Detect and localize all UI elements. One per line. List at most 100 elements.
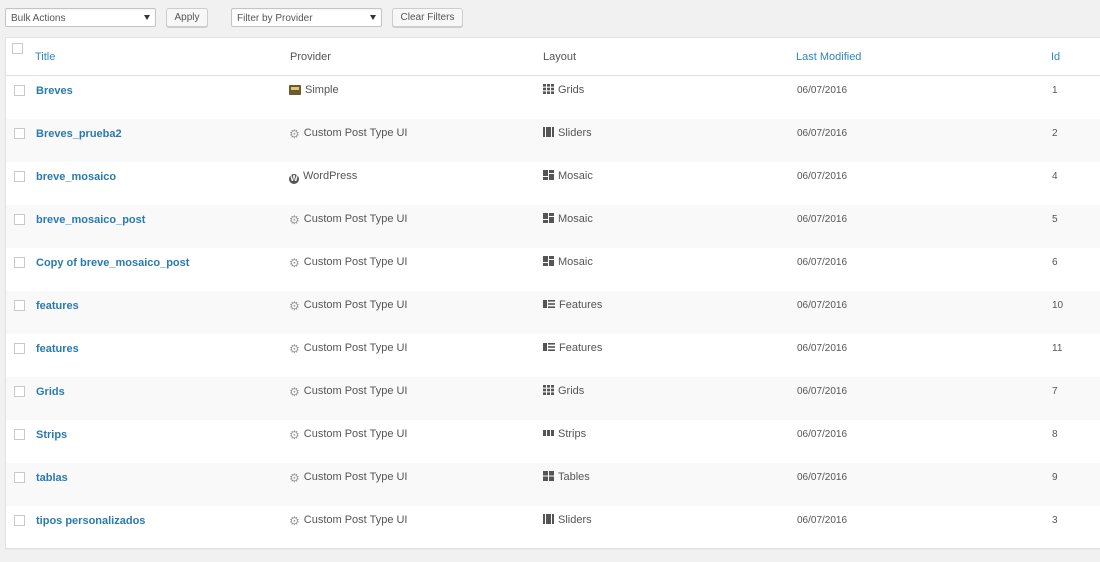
row-layout: Mosaic: [543, 256, 593, 268]
table-row: features ⚙ Custom Post Type UI Features 0…: [6, 334, 1100, 377]
column-title[interactable]: Title: [35, 51, 55, 63]
row-title-link[interactable]: Grids: [36, 386, 65, 398]
row-provider: ⚙ Custom Post Type UI: [289, 514, 408, 527]
row-id: 1: [1052, 85, 1058, 96]
row-title-link[interactable]: tipos personalizados: [36, 515, 145, 527]
table-row: Grids ⚙ Custom Post Type UI Grids 06/07/2…: [6, 377, 1100, 420]
row-checkbox[interactable]: [14, 85, 25, 96]
row-title-link[interactable]: breve_mosaico_post: [36, 214, 145, 226]
chevron-down-icon: [144, 15, 150, 20]
row-title-link[interactable]: Copy of breve_mosaico_post: [36, 257, 189, 269]
provider-label: Simple: [305, 84, 339, 96]
row-checkbox[interactable]: [14, 257, 25, 268]
layout-label: Sliders: [558, 514, 592, 526]
row-checkbox[interactable]: [14, 343, 25, 354]
table-row: features ⚙ Custom Post Type UI Features 0…: [6, 291, 1100, 334]
table-row: Breves_prueba2 ⚙ Custom Post Type UI Slid…: [6, 119, 1100, 162]
row-layout: Sliders: [543, 127, 592, 139]
grids-icon: [543, 385, 558, 397]
provider-label: Custom Post Type UI: [303, 299, 408, 311]
mosaic-icon: [543, 256, 558, 268]
row-title-link[interactable]: tablas: [36, 472, 68, 484]
row-last-modified: 06/07/2016: [797, 128, 848, 139]
row-provider: ⚙ Custom Post Type UI: [289, 299, 408, 313]
row-layout: Grids: [543, 385, 584, 397]
row-provider: ⚙ Custom Post Type UI: [289, 428, 408, 442]
row-id: 2: [1052, 128, 1058, 139]
gear-icon: ⚙: [289, 299, 300, 313]
row-checkbox[interactable]: [14, 171, 25, 182]
clear-filters-button[interactable]: Clear Filters: [392, 8, 463, 27]
row-layout: Mosaic: [543, 170, 593, 182]
gear-icon: ⚙: [289, 213, 300, 227]
row-checkbox[interactable]: [14, 386, 25, 397]
row-id: 7: [1052, 386, 1058, 397]
row-checkbox[interactable]: [14, 429, 25, 440]
row-checkbox[interactable]: [14, 214, 25, 225]
row-provider: Simple: [289, 84, 339, 96]
column-id[interactable]: Id: [1051, 51, 1060, 63]
row-provider: ⚙ Custom Post Type UI: [289, 385, 408, 398]
grids-icon: [543, 84, 558, 96]
row-title-link[interactable]: breve_mosaico: [36, 171, 116, 183]
layout-label: Sliders: [558, 127, 592, 139]
row-last-modified: 06/07/2016: [797, 171, 848, 182]
row-title-link[interactable]: Breves: [36, 85, 73, 97]
column-layout: Layout: [543, 51, 577, 63]
provider-label: Custom Post Type UI: [303, 514, 408, 526]
row-layout: Tables: [543, 471, 590, 483]
row-id: 8: [1052, 429, 1058, 440]
sliders-icon: [543, 127, 558, 139]
gear-icon: ⚙: [289, 471, 300, 485]
provider-label: Custom Post Type UI: [303, 127, 408, 139]
row-layout: Features: [543, 299, 602, 311]
table-row: breve_mosaico W WordPress Mosaic 06/07/20…: [6, 162, 1100, 205]
row-provider: ⚙ Custom Post Type UI: [289, 342, 408, 355]
row-title-link[interactable]: Strips: [36, 429, 67, 441]
layout-label: Strips: [558, 428, 587, 440]
gear-icon: ⚙: [289, 428, 300, 442]
row-last-modified: 06/07/2016: [797, 429, 848, 440]
layout-label: Features: [559, 299, 603, 311]
row-last-modified: 06/07/2016: [797, 386, 848, 397]
row-title-link[interactable]: features: [36, 343, 79, 355]
row-checkbox[interactable]: [14, 128, 25, 139]
provider-label: Custom Post Type UI: [303, 342, 408, 354]
row-checkbox[interactable]: [14, 300, 25, 311]
filter-provider-select[interactable]: Filter by Provider: [231, 8, 382, 27]
strips-icon: [543, 428, 558, 440]
row-provider: ⚙ Custom Post Type UI: [289, 471, 408, 485]
layout-label: Mosaic: [558, 256, 593, 268]
row-checkbox[interactable]: [14, 515, 25, 526]
table-row: breve_mosaico_post ⚙ Custom Post Type UI …: [6, 205, 1100, 248]
row-provider: ⚙ Custom Post Type UI: [289, 127, 408, 141]
row-title-link[interactable]: Breves_prueba2: [36, 128, 122, 140]
row-id: 11: [1052, 343, 1063, 354]
provider-label: Custom Post Type UI: [303, 213, 408, 225]
column-provider: Provider: [290, 51, 331, 63]
row-title-link[interactable]: features: [36, 300, 79, 312]
table-header: Title Provider Layout Last Modified Id: [6, 38, 1100, 76]
bulk-actions-label: Bulk Actions: [11, 13, 66, 24]
column-last-modified[interactable]: Last Modified: [796, 51, 861, 63]
layout-label: Features: [559, 342, 603, 354]
row-last-modified: 06/07/2016: [797, 214, 848, 225]
row-last-modified: 06/07/2016: [797, 472, 848, 483]
table-row: tablas ⚙ Custom Post Type UI Tables 06/07…: [6, 463, 1100, 506]
row-id: 3: [1052, 515, 1058, 526]
features-icon: [543, 342, 559, 354]
row-id: 4: [1052, 171, 1058, 182]
row-last-modified: 06/07/2016: [797, 300, 848, 311]
bulk-actions-select[interactable]: Bulk Actions: [5, 8, 156, 27]
row-checkbox[interactable]: [14, 472, 25, 483]
apply-button[interactable]: Apply: [166, 8, 208, 27]
row-id: 10: [1052, 300, 1064, 311]
layout-label: Grids: [558, 385, 585, 397]
gear-icon: ⚙: [289, 127, 300, 141]
row-provider: ⚙ Custom Post Type UI: [289, 213, 408, 227]
row-layout: Grids: [543, 84, 584, 96]
gear-icon: ⚙: [289, 256, 300, 270]
select-all-checkbox[interactable]: [12, 43, 23, 54]
sliders-icon: [543, 514, 558, 526]
row-id: 9: [1052, 472, 1058, 483]
